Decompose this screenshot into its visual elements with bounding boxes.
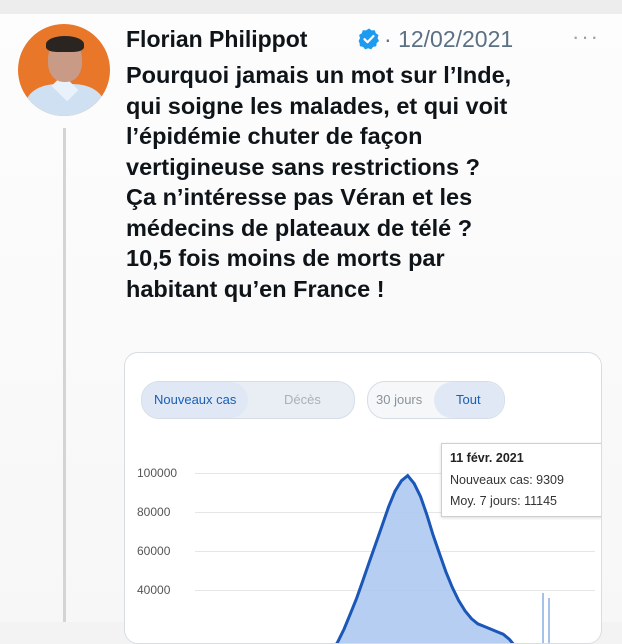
tooltip-new-cases: Nouveaux cas: 9309 bbox=[450, 473, 564, 487]
date-separator: · bbox=[384, 26, 399, 52]
tweet-date-text: 12/02/2021 bbox=[398, 26, 514, 52]
avatar-hair bbox=[46, 36, 84, 52]
verified-badge-icon bbox=[358, 28, 379, 50]
tooltip-date: 11 févr. 2021 bbox=[450, 451, 524, 465]
author-name[interactable]: Florian Philippot bbox=[126, 26, 307, 53]
tooltip-avg7: Moy. 7 jours: 11145 bbox=[450, 494, 558, 508]
tweet-date[interactable]: · 12/02/2021 bbox=[384, 26, 513, 53]
tweet-text: Pourquoi jamais un mot sur l’Inde, qui s… bbox=[126, 60, 606, 304]
chart-tooltip: 11 févr. 2021 Nouveaux cas: 9309 Moy. 7 … bbox=[441, 443, 601, 517]
tweet-text-part-2: , qui soigne les malades, et qui voit l’… bbox=[126, 62, 512, 302]
avatar[interactable] bbox=[18, 24, 110, 116]
more-options-icon[interactable]: ··· bbox=[572, 24, 600, 50]
top-strip bbox=[0, 0, 622, 14]
chart-card[interactable]: Nouveaux cas Décès 30 jours Tout 100000 … bbox=[124, 352, 602, 644]
tweet-text-bold: Inde bbox=[456, 62, 505, 88]
thread-line bbox=[63, 128, 66, 622]
tweet-text-part-1: Pourquoi jamais un mot sur l’ bbox=[126, 62, 457, 88]
